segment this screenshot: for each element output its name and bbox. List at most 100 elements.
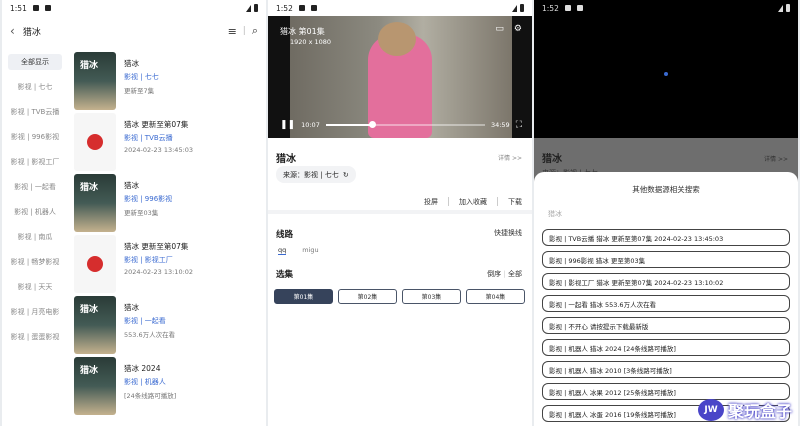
source-result-item[interactable]: 影视 | 机器人 猎冰 2024 [24条线路可播放] [542,339,790,356]
download-button[interactable]: 下载 [508,197,522,207]
filter-icon[interactable]: ≡ [228,25,237,38]
detail-link[interactable]: 详情 >> [498,153,522,162]
sidebar-item-source[interactable]: 影视 | 七七 [2,74,68,99]
route-item[interactable]: qq [278,246,287,255]
result-source: 影视 | TVB云播 [124,134,173,142]
cast-icon[interactable]: ▭ [495,24,504,34]
result-source: 影视 | 996影视 [124,195,173,203]
poster-image [74,296,116,354]
action-row: 投屏 加入收藏 下载 [424,197,522,207]
source-result-list: 影视 | TVB云播 猎冰 更新至第07集 2024-02-23 13:45:0… [542,229,790,422]
episode-button[interactable]: 第01集 [274,289,333,304]
source-result-item[interactable]: 影视 | 一起看 猎冰 553.6万人次在看 [542,295,790,312]
sidebar-item-source[interactable]: 影视 | 月亮电影 [2,299,68,324]
notification-icon [32,5,39,11]
status-time: 1:51 [10,3,27,13]
episode-list: 第01集 第02集 第03集 第04集 [274,289,525,304]
video-player[interactable]: 猎冰 第01集 1920 x 1080 ▭ ⚙ ❚❚ 10:07 34:59 ⛶ [268,16,532,138]
status-bar: 1:51 [2,0,266,16]
back-icon[interactable]: ‹ [10,24,15,38]
result-title: 猎冰 [124,59,139,68]
notification-icon [44,5,51,11]
result-item[interactable]: 猎冰 2024 影视 | 机器人 [24条线路可播放] [74,355,264,416]
result-source: 影视 | 一起看 [124,317,166,325]
episode-button[interactable]: 第04集 [466,289,525,304]
result-item[interactable]: 猎冰 更新至第07集 影视 | TVB云播 2024-02-23 13:45:03 [74,111,264,172]
search-header: ‹ 猎冰 ≡ | ⌕ [2,16,266,46]
player-screen: 1:52 猎冰 第01集 1920 x 1080 ▭ ⚙ ❚❚ 10:07 34… [268,0,532,426]
result-info: 猎冰 影视 | 七七 更新至7集 [124,52,159,111]
total-time: 34:59 [490,121,510,129]
result-item[interactable]: 猎冰影视 | 996影视更新至03集 [74,172,264,233]
status-time: 1:52 [276,3,293,13]
sidebar-item-source[interactable]: 影视 | 机器人 [2,199,68,224]
favorite-button[interactable]: 加入收藏 [459,197,487,207]
source-result-item[interactable]: 影视 | TVB云播 猎冰 更新至第07集 2024-02-23 13:45:0… [542,229,790,246]
result-title: 猎冰 [124,181,139,190]
refresh-icon: ↻ [342,170,349,179]
result-desc: 2024-02-23 13:45:03 [124,146,194,154]
status-time: 1:52 [542,3,559,13]
detail-title: 猎冰 [542,154,562,165]
poster-image [74,52,116,110]
result-item[interactable]: 猎冰影视 | 一起看 553.6万人次在看 [74,294,264,355]
result-info: 猎冰 更新至第07集 影视 | TVB云播 2024-02-23 13:45:03 [124,113,193,172]
result-desc: [24条线路可播放] [124,392,177,400]
notification-icon [298,5,305,11]
progress-bar[interactable] [325,121,485,128]
watermark-logo: JW [697,399,724,421]
result-title: 猎冰 [124,303,139,312]
video-top-controls: ▭ ⚙ [495,24,522,34]
sidebar-item-source[interactable]: 影视 | 一起看 [2,174,68,199]
settings-icon[interactable]: ⚙ [514,24,522,34]
source-result-item[interactable]: 影视 | 机器人 猎冰 2010 [3条线路可播放] [542,361,790,378]
result-desc: 553.6万人次在看 [124,331,176,339]
fullscreen-icon[interactable]: ⛶ [516,120,522,130]
result-title: 猎冰 更新至第07集 [124,242,189,251]
video-resolution: 1920 x 1080 [290,38,332,46]
sidebar-item-source[interactable]: 影视 | TVB云播 [2,99,68,124]
route-list: qq migu [278,246,319,255]
result-item[interactable]: 猎冰 更新至第07集 影视 | 影视工厂 2024-02-23 13:10:02 [74,233,264,294]
source-result-item[interactable]: 影视 | 不开心 请按提示下载最新版 [542,317,790,334]
divider: | [242,26,246,36]
sidebar-item-source[interactable]: 影视 | 畅梦影视 [2,249,68,274]
battery-icon [254,4,258,12]
source-result-item[interactable]: 影视 | 996影视 猎冰 更至第03集 [542,251,790,268]
poster-image [74,235,116,293]
detail-link: 详情 >> [764,156,788,163]
progress-knob[interactable] [368,121,376,128]
sidebar-item-all[interactable]: 全部显示 [8,54,62,70]
episodes-heading: 选集 [276,270,294,280]
result-info: 猎冰影视 | 996影视 更新至03集 [124,174,172,233]
pause-icon[interactable]: ❚❚ [280,120,295,130]
sidebar-item-source[interactable]: 影视 | 南瓜 [2,224,68,249]
search-icon[interactable]: ⌕ [252,24,258,38]
sidebar-item-source[interactable]: 影视 | 天天 [2,274,68,299]
route-item[interactable]: migu [302,246,318,255]
sidebar-item-source[interactable]: 影视 | 蛋蛋影视 [2,324,68,349]
source-result-item[interactable]: 影视 | 影视工厂 猎冰 更新至第07集 2024-02-23 13:10:02 [542,273,790,290]
result-desc: 2024-02-23 13:10:02 [124,268,194,276]
source-chip[interactable]: 来源：影视 | 七七 ↻ [276,166,356,183]
routes-heading: 线路 [276,230,294,240]
all-episodes-button[interactable]: 全部 [508,270,522,278]
sort-button[interactable]: 倒序 [487,270,501,278]
sidebar-item-source[interactable]: 影视 | 影视工厂 [2,149,68,174]
watermark: JW 聚玩盒子 [697,398,792,422]
cast-button[interactable]: 投屏 [424,197,438,207]
video-title: 猎冰 第01集 [280,27,325,36]
sidebar-item-source[interactable]: 影视 | 996影视 [2,124,68,149]
switch-route-button[interactable]: 快捷换线 [494,228,522,238]
result-item[interactable]: 猎冰影视 | 七七更新至7集 [74,50,264,111]
poster-image [74,174,116,232]
search-results-screen: 1:51 ‹ 猎冰 ≡ | ⌕ 全部显示 影视 | 七七 影视 | TVB云播 影视 … [2,0,266,426]
notification-icon [310,5,317,11]
episode-button[interactable]: 第02集 [338,289,397,304]
result-title: 猎冰 2024 [124,364,161,373]
sheet-title: 其他数据源相关搜索 [632,185,700,194]
result-source: 影视 | 七七 [124,73,159,81]
source-label: 来源：影视 | 七七 [283,170,339,179]
result-desc: 更新至03集 [124,209,159,217]
episode-button[interactable]: 第03集 [402,289,461,304]
